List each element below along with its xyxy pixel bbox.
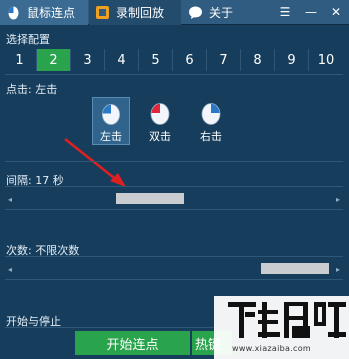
download-site-logo-icon: [228, 302, 346, 338]
tab-mouse-click[interactable]: 鼠标连点: [0, 0, 88, 25]
divider: [5, 74, 343, 75]
divider: [5, 209, 343, 210]
interval-slider-thumb[interactable]: [116, 193, 184, 204]
record-tab-icon: [95, 5, 110, 20]
right-click-label: 右击: [200, 130, 222, 143]
minimize-icon[interactable]: —: [302, 3, 320, 21]
config-option-9[interactable]: 9: [275, 49, 309, 71]
mouse-tab-icon: [6, 5, 21, 20]
tab-record-playback[interactable]: 录制回放: [89, 0, 181, 25]
config-option-3[interactable]: 3: [71, 49, 105, 71]
annotation-arrow-icon: [64, 138, 126, 187]
tab-about-label: 关于: [209, 6, 234, 20]
slider-right-arrow-icon[interactable]: ▸: [333, 262, 343, 276]
slider-right-arrow-icon[interactable]: ▸: [333, 192, 343, 206]
tab-mouse-click-label: 鼠标连点: [27, 6, 76, 20]
divider: [5, 279, 343, 280]
config-option-2[interactable]: 2: [37, 49, 71, 71]
left-click-mouse-icon: [101, 104, 121, 125]
title-bar: 鼠标连点 录制回放 关于 ☰ — ✕: [0, 0, 349, 25]
close-icon[interactable]: ✕: [327, 3, 345, 21]
right-click-mouse-icon: [201, 103, 221, 125]
count-slider-thumb[interactable]: [261, 263, 329, 274]
tab-about[interactable]: 关于: [182, 0, 252, 25]
right-click-button[interactable]: 右击: [192, 97, 230, 145]
count-slider[interactable]: ◂ ▸: [5, 262, 343, 276]
divider: [5, 161, 343, 162]
divider: [5, 256, 343, 257]
config-option-4[interactable]: 4: [105, 49, 139, 71]
chat-bubble-icon: [188, 5, 203, 20]
start-clicking-button[interactable]: 开始连点: [75, 331, 190, 355]
config-option-7[interactable]: 7: [207, 49, 241, 71]
watermark-site-text: www.xiazaiba.com: [232, 344, 312, 353]
config-option-8[interactable]: 8: [241, 49, 275, 71]
config-section-label: 选择配置: [6, 33, 50, 46]
divider: [5, 186, 343, 187]
menu-icon[interactable]: ☰: [276, 3, 294, 21]
config-option-1[interactable]: 1: [3, 49, 37, 71]
config-option-10[interactable]: 10: [309, 49, 343, 71]
tab-record-playback-label: 录制回放: [116, 6, 165, 20]
slider-left-arrow-icon[interactable]: ◂: [5, 192, 15, 206]
double-click-mouse-icon: [150, 103, 170, 125]
double-click-label: 双击: [149, 130, 171, 143]
config-option-5[interactable]: 5: [139, 49, 173, 71]
config-option-6[interactable]: 6: [173, 49, 207, 71]
interval-slider[interactable]: ◂ ▸: [5, 192, 343, 206]
double-click-button[interactable]: 双击: [141, 97, 179, 145]
click-type-label: 点击: 左击: [6, 83, 58, 96]
watermark-logo: www.xiazaiba.com: [214, 296, 349, 359]
slider-left-arrow-icon[interactable]: ◂: [5, 262, 15, 276]
config-selector: 1 2 3 4 5 6 7 8 9 10: [3, 49, 345, 71]
